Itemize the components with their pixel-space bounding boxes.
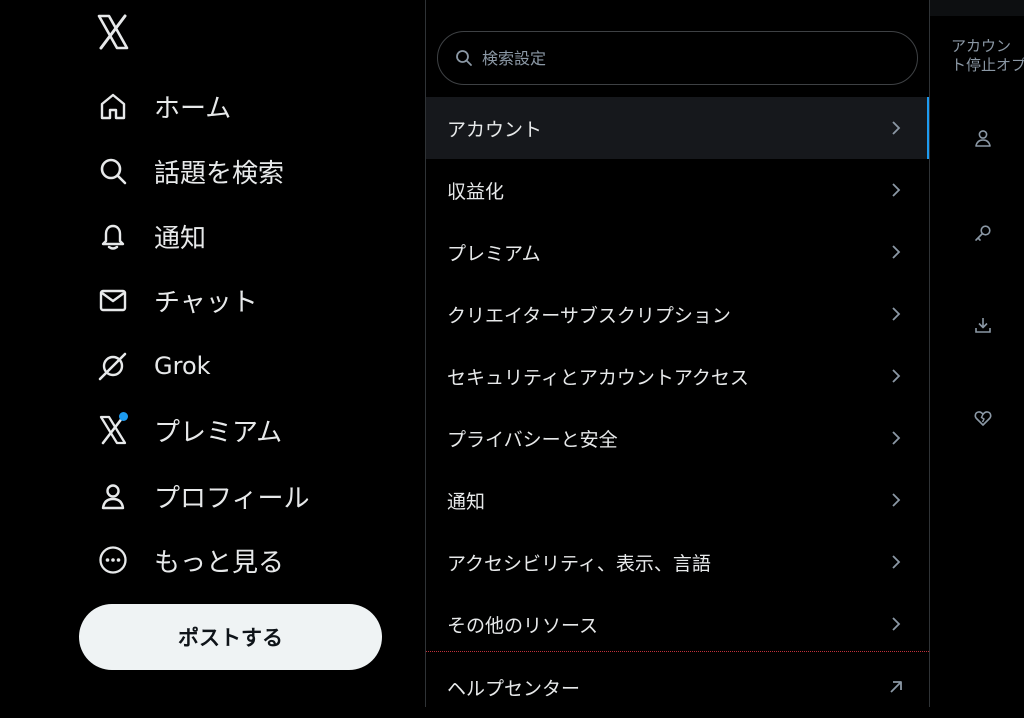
nav-item-chat[interactable]: チャット [92, 274, 270, 326]
chevron-right-icon [887, 553, 905, 571]
key-icon[interactable] [972, 222, 994, 244]
left-navigation: ホーム 話題を検索 通知 チャット Grok プレミアム プロフィール もっと見… [0, 0, 425, 707]
account-detail-panel: アカウン ト停止オプ [930, 0, 1024, 707]
nav-item-explore[interactable]: 話題を検索 [92, 145, 296, 197]
more-circle-icon [96, 543, 130, 577]
settings-item-security[interactable]: セキュリティとアカウントアクセス [426, 345, 929, 407]
settings-item-label: ヘルプセンター [447, 677, 581, 700]
chevron-right-icon [887, 119, 905, 137]
settings-item-label: クリエイターサブスクリプション [447, 304, 731, 327]
nav-label-more: もっと見る [154, 547, 285, 578]
settings-item-additional-resources[interactable]: その他のリソース [426, 593, 929, 655]
settings-item-account[interactable]: アカウント [426, 97, 929, 159]
chevron-right-icon [887, 305, 905, 323]
chevron-right-icon [887, 367, 905, 385]
divider [426, 651, 929, 652]
grok-icon [96, 349, 130, 383]
mail-icon [96, 283, 130, 317]
settings-item-label: アカウント [447, 118, 543, 141]
account-description: アカウン ト停止オプ [951, 37, 1024, 75]
search-icon [456, 50, 472, 66]
settings-item-label: セキュリティとアカウントアクセス [447, 366, 749, 389]
nav-item-profile[interactable]: プロフィール [92, 470, 321, 522]
settings-item-privacy[interactable]: プライバシーと安全 [426, 407, 929, 469]
settings-item-premium[interactable]: プレミアム [426, 221, 929, 283]
chevron-right-icon [887, 243, 905, 261]
description-line: アカウン [951, 37, 1012, 55]
nav-label-profile: プロフィール [154, 483, 310, 514]
external-link-icon [887, 678, 905, 696]
broken-heart-icon[interactable] [972, 407, 994, 429]
settings-item-accessibility[interactable]: アクセシビリティ、表示、言語 [426, 531, 929, 593]
description-line: ト停止オプ [951, 56, 1024, 74]
home-icon [96, 89, 130, 123]
settings-item-help-center[interactable]: ヘルプセンター [426, 656, 929, 718]
nav-label-home: ホーム [154, 93, 232, 124]
bell-icon [96, 219, 130, 253]
settings-item-label: アクセシビリティ、表示、言語 [447, 552, 711, 575]
settings-menu: アカウント 収益化 プレミアム クリエイターサブスクリプション セキュリティとア… [425, 0, 930, 707]
search-settings-input[interactable] [480, 47, 884, 69]
person-icon[interactable] [972, 127, 994, 149]
nav-label-explore: 話題を検索 [154, 158, 285, 189]
nav-item-notifications[interactable]: 通知 [92, 210, 218, 262]
nav-label-chat: チャット [154, 287, 258, 318]
settings-item-notifications[interactable]: 通知 [426, 469, 929, 531]
nav-item-grok[interactable]: Grok [92, 340, 223, 392]
settings-item-label: プライバシーと安全 [447, 428, 618, 451]
settings-item-label: プレミアム [447, 242, 541, 265]
nav-label-notifications: 通知 [154, 223, 207, 254]
panel-header [930, 0, 1024, 16]
settings-item-monetization[interactable]: 収益化 [426, 159, 929, 221]
post-button[interactable]: ポストする [79, 604, 382, 670]
nav-label-grok: Grok [154, 352, 211, 380]
settings-item-label: 通知 [447, 490, 486, 513]
settings-item-creator-subscriptions[interactable]: クリエイターサブスクリプション [426, 283, 929, 345]
nav-item-home[interactable]: ホーム [92, 80, 243, 132]
chevron-right-icon [887, 615, 905, 633]
nav-label-premium: プレミアム [154, 417, 283, 448]
x-premium-icon [96, 412, 130, 447]
person-icon [96, 479, 130, 513]
unread-dot [119, 412, 128, 421]
nav-item-more[interactable]: もっと見る [92, 534, 296, 586]
chevron-right-icon [887, 181, 905, 199]
download-icon[interactable] [972, 314, 994, 336]
settings-item-label: 収益化 [447, 180, 505, 203]
nav-item-premium[interactable]: プレミアム [92, 404, 294, 456]
settings-item-label: その他のリソース [447, 614, 599, 637]
chevron-right-icon [887, 491, 905, 509]
x-logo-icon[interactable] [96, 14, 132, 52]
chevron-right-icon [887, 429, 905, 447]
settings-search[interactable] [437, 31, 918, 85]
search-icon [96, 154, 130, 188]
